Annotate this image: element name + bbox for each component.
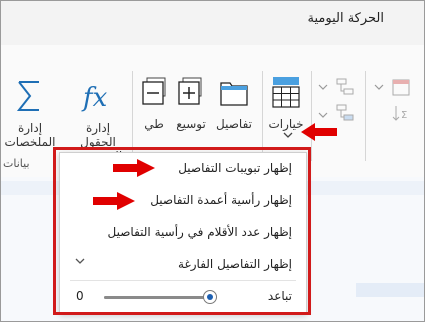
arrow-annotation-icon bbox=[111, 157, 157, 179]
spacing-label: تباعد bbox=[267, 289, 292, 303]
ribbon-separator bbox=[365, 71, 366, 161]
options-chevron-down-icon[interactable] bbox=[281, 129, 295, 141]
menu-item-label: إظهار رأسية أعمدة التفاصيل bbox=[150, 193, 292, 207]
menu-item-show-item-count-in-header[interactable]: إظهار عدد الأقلام في رأسية التفاصيل bbox=[60, 217, 306, 247]
function-icon[interactable]: fx bbox=[81, 79, 113, 113]
expand-icon[interactable] bbox=[177, 77, 203, 107]
spacing-slider-row: تباعد 0 bbox=[60, 283, 306, 311]
menu-item-label: إظهار عدد الأقلام في رأسية التفاصيل bbox=[107, 225, 292, 239]
chevron-down-icon[interactable] bbox=[317, 109, 329, 119]
app-window: الحركة اليومية إدارة الملخصات fx إدارة ا… bbox=[0, 0, 425, 322]
ribbon-separator bbox=[262, 71, 263, 161]
hierarchy-icon[interactable] bbox=[335, 77, 355, 97]
title-bar: الحركة اليومية bbox=[1, 1, 424, 45]
sigma-icon[interactable] bbox=[15, 79, 45, 113]
expand-button[interactable]: توسيع bbox=[173, 117, 209, 131]
menu-item-label: إظهار تبويبات التفاصيل bbox=[178, 161, 292, 175]
collapse-button[interactable]: طي bbox=[139, 117, 169, 131]
menu-item-show-empty-details[interactable]: إظهار التفاصيل الفارغة bbox=[60, 249, 306, 279]
folder-details-icon[interactable] bbox=[219, 79, 249, 107]
ribbon-separator bbox=[311, 71, 312, 161]
svg-text:Σ: Σ bbox=[401, 110, 407, 121]
grid-cell bbox=[356, 283, 424, 297]
spacing-slider[interactable] bbox=[104, 296, 216, 299]
menu-item-show-detail-tabs[interactable]: إظهار تبويبات التفاصيل bbox=[60, 153, 306, 183]
menu-separator bbox=[70, 280, 296, 281]
hierarchy-icon[interactable] bbox=[335, 103, 355, 123]
table-options-icon[interactable] bbox=[271, 75, 301, 109]
arrow-annotation-icon bbox=[299, 121, 339, 143]
chevron-down-icon[interactable] bbox=[74, 255, 86, 270]
group-label: بيانات bbox=[3, 157, 30, 170]
menu-item-label: إظهار التفاصيل الفارغة bbox=[178, 257, 292, 271]
options-dropdown-menu: إظهار تبويبات التفاصيل إظهار رأسية أعمدة… bbox=[59, 152, 307, 314]
chevron-down-icon[interactable] bbox=[373, 81, 385, 91]
calendar-icon[interactable] bbox=[391, 77, 411, 97]
manage-summary-button[interactable]: إدارة الملخصات bbox=[3, 121, 57, 149]
arrow-annotation-icon bbox=[91, 190, 137, 212]
window-title: الحركة اليومية bbox=[307, 11, 385, 26]
collapse-icon[interactable] bbox=[141, 77, 167, 107]
spacing-slider-fill bbox=[104, 296, 211, 299]
chevron-down-icon[interactable] bbox=[317, 81, 329, 91]
details-button[interactable]: تفاصيل bbox=[213, 117, 255, 131]
ribbon-separator bbox=[132, 71, 133, 161]
spacing-slider-thumb[interactable] bbox=[203, 290, 218, 304]
sort-icon[interactable]: Σ bbox=[391, 103, 411, 123]
svg-text:fx: fx bbox=[81, 83, 108, 113]
spacing-value: 0 bbox=[76, 289, 84, 303]
